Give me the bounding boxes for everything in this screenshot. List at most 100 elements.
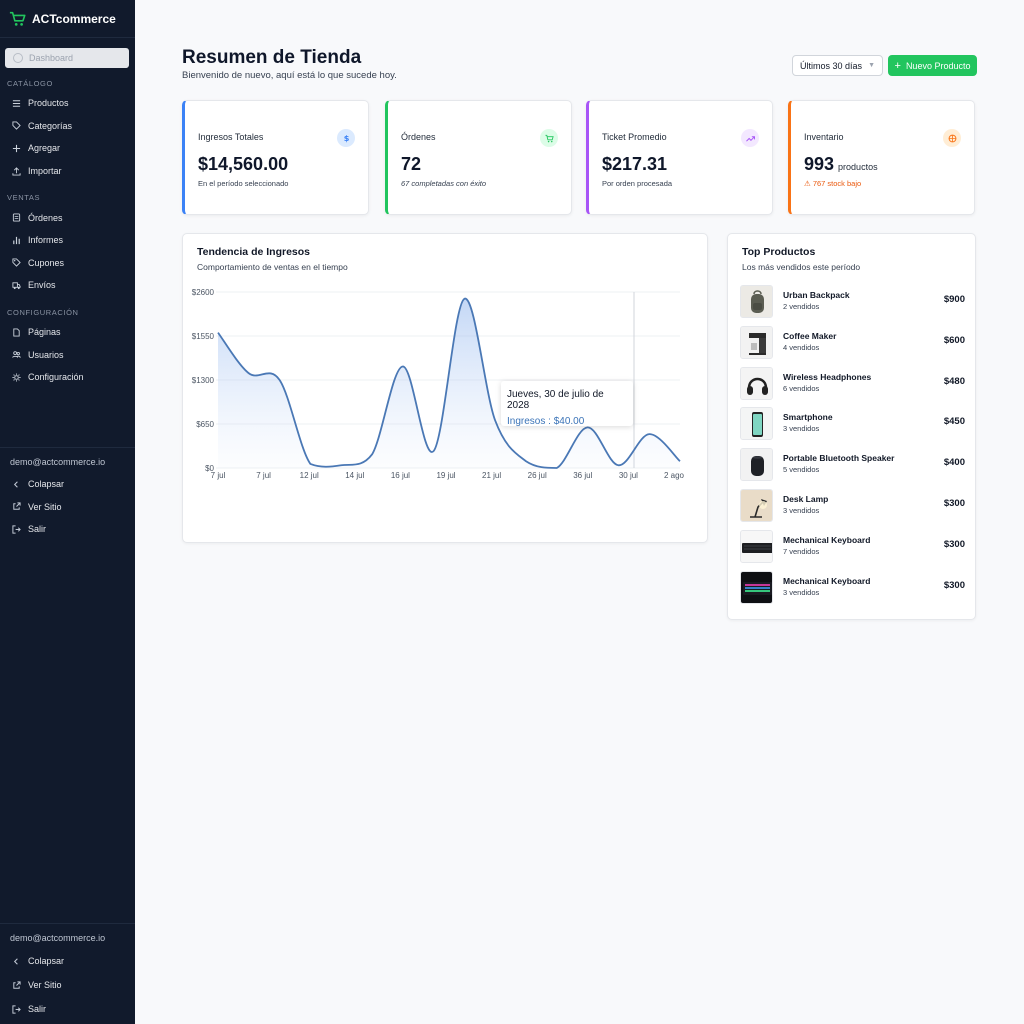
collapse-button[interactable]: Colapsar	[0, 949, 135, 973]
user-email: demo@actcommerce.io	[10, 457, 106, 467]
divider	[0, 923, 135, 924]
dashboard-icon	[13, 53, 23, 63]
kpi-unit: productos	[838, 162, 878, 172]
product-price: $480	[943, 375, 965, 387]
product-sold: 4 vendidos	[783, 342, 820, 352]
x-tick-label: 2 ago	[664, 471, 685, 480]
top-products-subtitle: Los más vendidos este período	[742, 262, 861, 272]
sidebar-item-label: Importar	[28, 166, 62, 177]
sidebar-item[interactable]: Configuración	[0, 366, 135, 389]
sidebar-item[interactable]: Cupones	[0, 252, 135, 275]
sidebar-item-dashboard[interactable]: Dashboard	[5, 48, 129, 68]
plus-icon	[11, 143, 21, 153]
kpi-value-number: $217.31	[602, 154, 668, 174]
chevron-left-icon	[11, 956, 21, 966]
truck-icon	[11, 280, 21, 290]
x-tick-label: 30 jul	[619, 471, 638, 480]
kpi-card[interactable]: Inventario 993 productos ⚠ 767 stock bajo	[788, 100, 975, 215]
x-tick-label: 21 jul	[482, 471, 501, 480]
trend-up-icon	[741, 129, 759, 147]
product-name: Desk Lamp	[783, 494, 829, 504]
logout-button[interactable]: Salir	[0, 518, 135, 541]
external-link-icon	[11, 502, 21, 512]
product-thumbnail	[740, 489, 773, 522]
kpi-card[interactable]: Ingresos Totales $ $14,560.00 En el perí…	[182, 100, 369, 215]
upload-icon	[11, 166, 21, 176]
logout-label: Salir	[28, 524, 47, 535]
sidebar-item[interactable]: Órdenes	[0, 206, 135, 229]
product-name: Urban Backpack	[783, 290, 850, 300]
brand[interactable]: ACTcommerce	[0, 0, 135, 38]
sidebar-item[interactable]: Páginas	[0, 321, 135, 344]
product-row[interactable]: Mechanical Keyboard 7 vendidos $300	[740, 529, 965, 564]
view-site-link[interactable]: Ver Sitio	[0, 973, 135, 997]
logout-label: Salir	[28, 1004, 47, 1014]
gear-icon	[11, 372, 21, 382]
product-row[interactable]: Desk Lamp 3 vendidos $300	[740, 489, 965, 523]
logout-button[interactable]: Salir	[0, 997, 135, 1021]
svg-text:$: $	[343, 134, 349, 143]
sidebar-nav: CATÁLOGO Productos Categorías Agregar Import…	[0, 68, 135, 389]
product-name: Mechanical Keyboard	[783, 575, 871, 586]
chart-tooltip: Jueves, 30 de julio de 2028 Ingresos : $…	[501, 381, 633, 427]
kpi-card[interactable]: Órdenes 72 67 completadas con éxito	[385, 100, 572, 215]
revenue-chart-panel: Tendencia de Ingresos Comportamiento de …	[182, 233, 708, 543]
sidebar-item[interactable]: Informes	[0, 229, 135, 252]
kpi-card[interactable]: Ticket Promedio $217.31 Por orden proces…	[586, 100, 773, 215]
y-tick-label: $1300	[192, 376, 215, 385]
sidebar-footer-lower: demo@actcommerce.io Colapsar Ver Sitio S…	[0, 923, 135, 1021]
sidebar-item[interactable]: Usuarios	[0, 343, 135, 366]
sidebar-item[interactable]: Productos	[0, 92, 135, 115]
product-thumbnail	[740, 325, 773, 359]
new-product-label: Nuevo Producto	[905, 60, 971, 71]
sidebar-item-label: Informes	[28, 235, 64, 246]
chevron-left-icon	[11, 479, 21, 489]
y-tick-label: $650	[196, 420, 214, 429]
product-price: $300	[943, 579, 965, 591]
kpi-value-number: 72	[401, 154, 422, 174]
new-product-button[interactable]: + Nuevo Producto	[888, 55, 977, 76]
kpi-label: Órdenes	[401, 132, 436, 142]
tag-stack-icon	[11, 121, 21, 131]
product-name: Coffee Maker	[783, 330, 837, 341]
sidebar-item[interactable]: Importar	[0, 160, 135, 183]
product-sold: 3 vendidos	[783, 587, 820, 597]
sidebar-item[interactable]: Categorías	[0, 115, 135, 138]
orders-icon	[11, 213, 21, 223]
tooltip-amount: $40.00	[553, 416, 585, 427]
kpi-note: Por orden procesada	[602, 179, 673, 188]
kpi-value-number: 993	[804, 154, 835, 174]
divider	[0, 447, 135, 448]
x-tick-label: 16 jul	[391, 471, 410, 480]
product-row[interactable]: Coffee Maker 4 vendidos $600	[740, 325, 965, 360]
x-tick-label: 14 jul	[345, 471, 364, 480]
dollar-icon: $	[337, 129, 355, 147]
kpi-label: Ticket Promedio	[602, 132, 667, 142]
product-row[interactable]: Urban Backpack 2 vendidos $900	[740, 285, 965, 319]
product-row[interactable]: Portable Bluetooth Speaker 5 vendidos $4…	[740, 448, 965, 482]
sidebar-item[interactable]: Envíos	[0, 274, 135, 297]
user-email: demo@actcommerce.io	[10, 933, 106, 943]
view-site-link[interactable]: Ver Sitio	[0, 496, 135, 519]
kpi-value: 993 productos	[804, 154, 878, 175]
page-subtitle: Bienvenido de nuevo, aquí está lo que su…	[182, 70, 397, 81]
product-thumbnail	[740, 366, 773, 400]
sidebar-item[interactable]: Agregar	[0, 137, 135, 160]
x-tick-label: 26 jul	[528, 471, 547, 480]
collapse-button[interactable]: Colapsar	[0, 473, 135, 496]
external-link-icon	[11, 980, 21, 990]
sidebar-item-label: Envíos	[28, 280, 56, 291]
x-tick-label: 7 jul	[256, 471, 271, 480]
date-range-select[interactable]: Últimos 30 días ▼	[792, 55, 883, 76]
cart-icon	[540, 129, 558, 147]
product-thumbnail	[740, 407, 773, 441]
product-thumbnail	[740, 448, 773, 482]
chevron-down-icon: ▼	[868, 62, 875, 69]
product-name: Mechanical Keyboard	[783, 534, 871, 545]
product-row[interactable]: Mechanical Keyboard 3 vendidos $300	[740, 570, 965, 605]
product-row[interactable]: Smartphone 3 vendidos $450	[740, 407, 965, 441]
product-price: $300	[943, 538, 965, 550]
kpi-note: 67 completadas con éxito	[401, 179, 487, 188]
product-row[interactable]: Wireless Headphones 6 vendidos $480	[740, 366, 965, 401]
bar-chart-icon	[11, 235, 21, 245]
